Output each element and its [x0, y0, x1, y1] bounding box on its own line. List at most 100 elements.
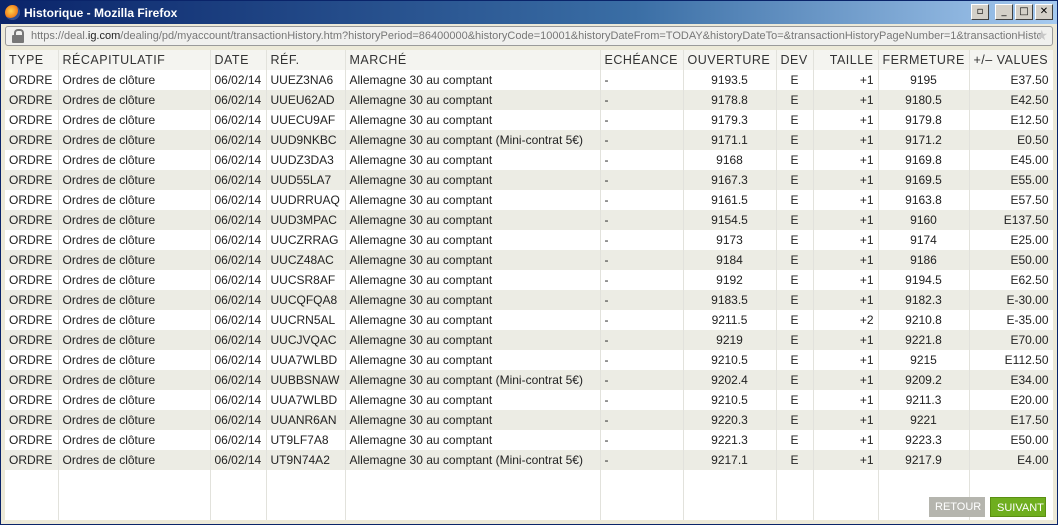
cell-ref: UUEZ3NA6 [266, 70, 346, 90]
column-header-recapitulatif[interactable]: RÉCAPITULATIF [58, 50, 211, 70]
maximize-button[interactable]: □ [1015, 4, 1033, 20]
cell-ouverture: 9154.5 [683, 210, 777, 230]
cell-recapitulatif: Ordres de clôture [58, 390, 211, 410]
table-row[interactable]: ORDRE Ordres de clôture 06/02/14 UUDZ3DA3 Al… [5, 150, 1053, 170]
suivant-button[interactable]: SUIVANT [990, 497, 1046, 517]
table-row[interactable]: ORDRE Ordres de clôture 06/02/14 UUCRN5AL Al… [5, 310, 1053, 330]
cell-ouverture: 9161.5 [683, 190, 777, 210]
cell-date: 06/02/14 [210, 250, 267, 270]
cell-type: ORDRE [5, 250, 59, 270]
cell-taille: +1 [813, 190, 879, 210]
column-header-dev[interactable]: DEV [776, 50, 814, 70]
cell-type: ORDRE [5, 370, 59, 390]
cell-marche: Allemagne 30 au comptant [345, 90, 601, 110]
column-header-date[interactable]: DATE [210, 50, 267, 70]
cell-recapitulatif: Ordres de clôture [58, 70, 211, 90]
cell-taille: +1 [813, 210, 879, 230]
cell-echeance: - [600, 390, 684, 410]
table-row[interactable]: ORDRE Ordres de clôture 06/02/14 UT9LF7A8 Al… [5, 430, 1053, 450]
cell-type: ORDRE [5, 430, 59, 450]
cell-echeance: - [600, 230, 684, 250]
table-row[interactable]: ORDRE Ordres de clôture 06/02/14 UUCZ48AC Al… [5, 250, 1053, 270]
minimize-button[interactable]: _ [995, 4, 1013, 20]
cell-ref: UUD55LA7 [266, 170, 346, 190]
cell-echeance: - [600, 130, 684, 150]
table-row[interactable]: ORDRE Ordres de clôture 06/02/14 UUEU62AD Al… [5, 90, 1053, 110]
cell-dev: E [776, 310, 814, 330]
column-header-type[interactable]: TYPE [5, 50, 59, 70]
url-text[interactable]: https://deal.ig.com/dealing/pd/myaccount… [31, 30, 1041, 42]
cell-echeance: - [600, 270, 684, 290]
cell-values: E70.00 [969, 330, 1053, 350]
table-row[interactable]: ORDRE Ordres de clôture 06/02/14 UUD55LA7 Al… [5, 170, 1053, 190]
url-field[interactable]: https://deal.ig.com/dealing/pd/myaccount… [5, 26, 1053, 46]
page-content: TYPE RÉCAPITULATIF DATE RÉF. MARCHÉ ECHÉANCE O… [5, 50, 1053, 520]
lock-icon[interactable] [11, 29, 25, 43]
cell-ouverture: 9192 [683, 270, 777, 290]
column-header-echeance[interactable]: ECHÉANCE [600, 50, 684, 70]
cell-echeance: - [600, 170, 684, 190]
table-row[interactable]: ORDRE Ordres de clôture 06/02/14 UUD9NKBC Al… [5, 130, 1053, 150]
title-bar[interactable]: Historique - Mozilla Firefox ▫ _ □ ✕ [1, 1, 1057, 24]
cell-date: 06/02/14 [210, 90, 267, 110]
table-row[interactable]: ORDRE Ordres de clôture 06/02/14 UUECU9AF Al… [5, 110, 1053, 130]
table-row[interactable]: ORDRE Ordres de clôture 06/02/14 UUCJVQAC Al… [5, 330, 1053, 350]
url-domain: ig.com [87, 30, 121, 42]
table-row[interactable]: ORDRE Ordres de clôture 06/02/14 UUEZ3NA6 Al… [5, 70, 1053, 90]
cell-values: E-35.00 [969, 310, 1053, 330]
cell-taille: +1 [813, 110, 879, 130]
table-row[interactable]: ORDRE Ordres de clôture 06/02/14 UT9N74A2 Al… [5, 450, 1053, 470]
column-header-marche[interactable]: MARCHÉ [345, 50, 601, 70]
cell-date: 06/02/14 [210, 70, 267, 90]
cell-date: 06/02/14 [210, 130, 267, 150]
cell-type: ORDRE [5, 270, 59, 290]
cell-type: ORDRE [5, 350, 59, 370]
retour-button[interactable]: RETOUR [929, 497, 985, 517]
cell-date: 06/02/14 [210, 450, 267, 470]
column-header-ref[interactable]: RÉF. [266, 50, 346, 70]
cell-recapitulatif: Ordres de clôture [58, 230, 211, 250]
restore-window-icon[interactable]: ▫ [971, 4, 989, 20]
cell-values: E34.00 [969, 370, 1053, 390]
column-header-taille[interactable]: TAILLE [813, 50, 879, 70]
table-row[interactable]: ORDRE Ordres de clôture 06/02/14 UUANR6AN Al… [5, 410, 1053, 430]
cell-dev: E [776, 390, 814, 410]
column-header-ouverture[interactable]: OUVERTURE [683, 50, 777, 70]
cell-echeance: - [600, 410, 684, 430]
cell-values: E25.00 [969, 230, 1053, 250]
cell-recapitulatif: Ordres de clôture [58, 110, 211, 130]
table-row[interactable]: ORDRE Ordres de clôture 06/02/14 UUBBSNAW Al… [5, 370, 1053, 390]
cell-taille: +1 [813, 90, 879, 110]
cell-taille: +1 [813, 350, 879, 370]
cell-ouverture: 9179.3 [683, 110, 777, 130]
cell-dev: E [776, 130, 814, 150]
close-button[interactable]: ✕ [1035, 4, 1053, 20]
table-row[interactable]: ORDRE Ordres de clôture 06/02/14 UUCQFQA8 Al… [5, 290, 1053, 310]
table-row[interactable]: ORDRE Ordres de clôture 06/02/14 UUD3MPAC Al… [5, 210, 1053, 230]
column-header-fermeture[interactable]: FERMETURE [878, 50, 970, 70]
bookmark-star-icon[interactable]: ★ [1035, 28, 1048, 44]
cell-date: 06/02/14 [210, 230, 267, 250]
cell-marche: Allemagne 30 au comptant [345, 190, 601, 210]
cell-recapitulatif: Ordres de clôture [58, 210, 211, 230]
cell-recapitulatif: Ordres de clôture [58, 90, 211, 110]
cell-recapitulatif: Ordres de clôture [58, 330, 211, 350]
cell-ouverture: 9210.5 [683, 350, 777, 370]
cell-values: E37.50 [969, 70, 1053, 90]
cell-values: E20.00 [969, 390, 1053, 410]
cell-values: E50.00 [969, 250, 1053, 270]
cell-ouverture: 9173 [683, 230, 777, 250]
cell-values: E-30.00 [969, 290, 1053, 310]
cell-ref: UUA7WLBD [266, 390, 346, 410]
table-row[interactable]: ORDRE Ordres de clôture 06/02/14 UUA7WLBD Al… [5, 390, 1053, 410]
cell-taille: +1 [813, 330, 879, 350]
table-row[interactable]: ORDRE Ordres de clôture 06/02/14 UUA7WLBD Al… [5, 350, 1053, 370]
cell-echeance: - [600, 330, 684, 350]
cell-ref: UUCSR8AF [266, 270, 346, 290]
table-row[interactable]: ORDRE Ordres de clôture 06/02/14 UUCZRRAG Al… [5, 230, 1053, 250]
cell-taille: +1 [813, 250, 879, 270]
table-row[interactable]: ORDRE Ordres de clôture 06/02/14 UUDRRUAQ Al… [5, 190, 1053, 210]
cell-taille: +1 [813, 150, 879, 170]
table-row[interactable]: ORDRE Ordres de clôture 06/02/14 UUCSR8AF Al… [5, 270, 1053, 290]
column-header-values[interactable]: +/– VALUES [969, 50, 1053, 70]
